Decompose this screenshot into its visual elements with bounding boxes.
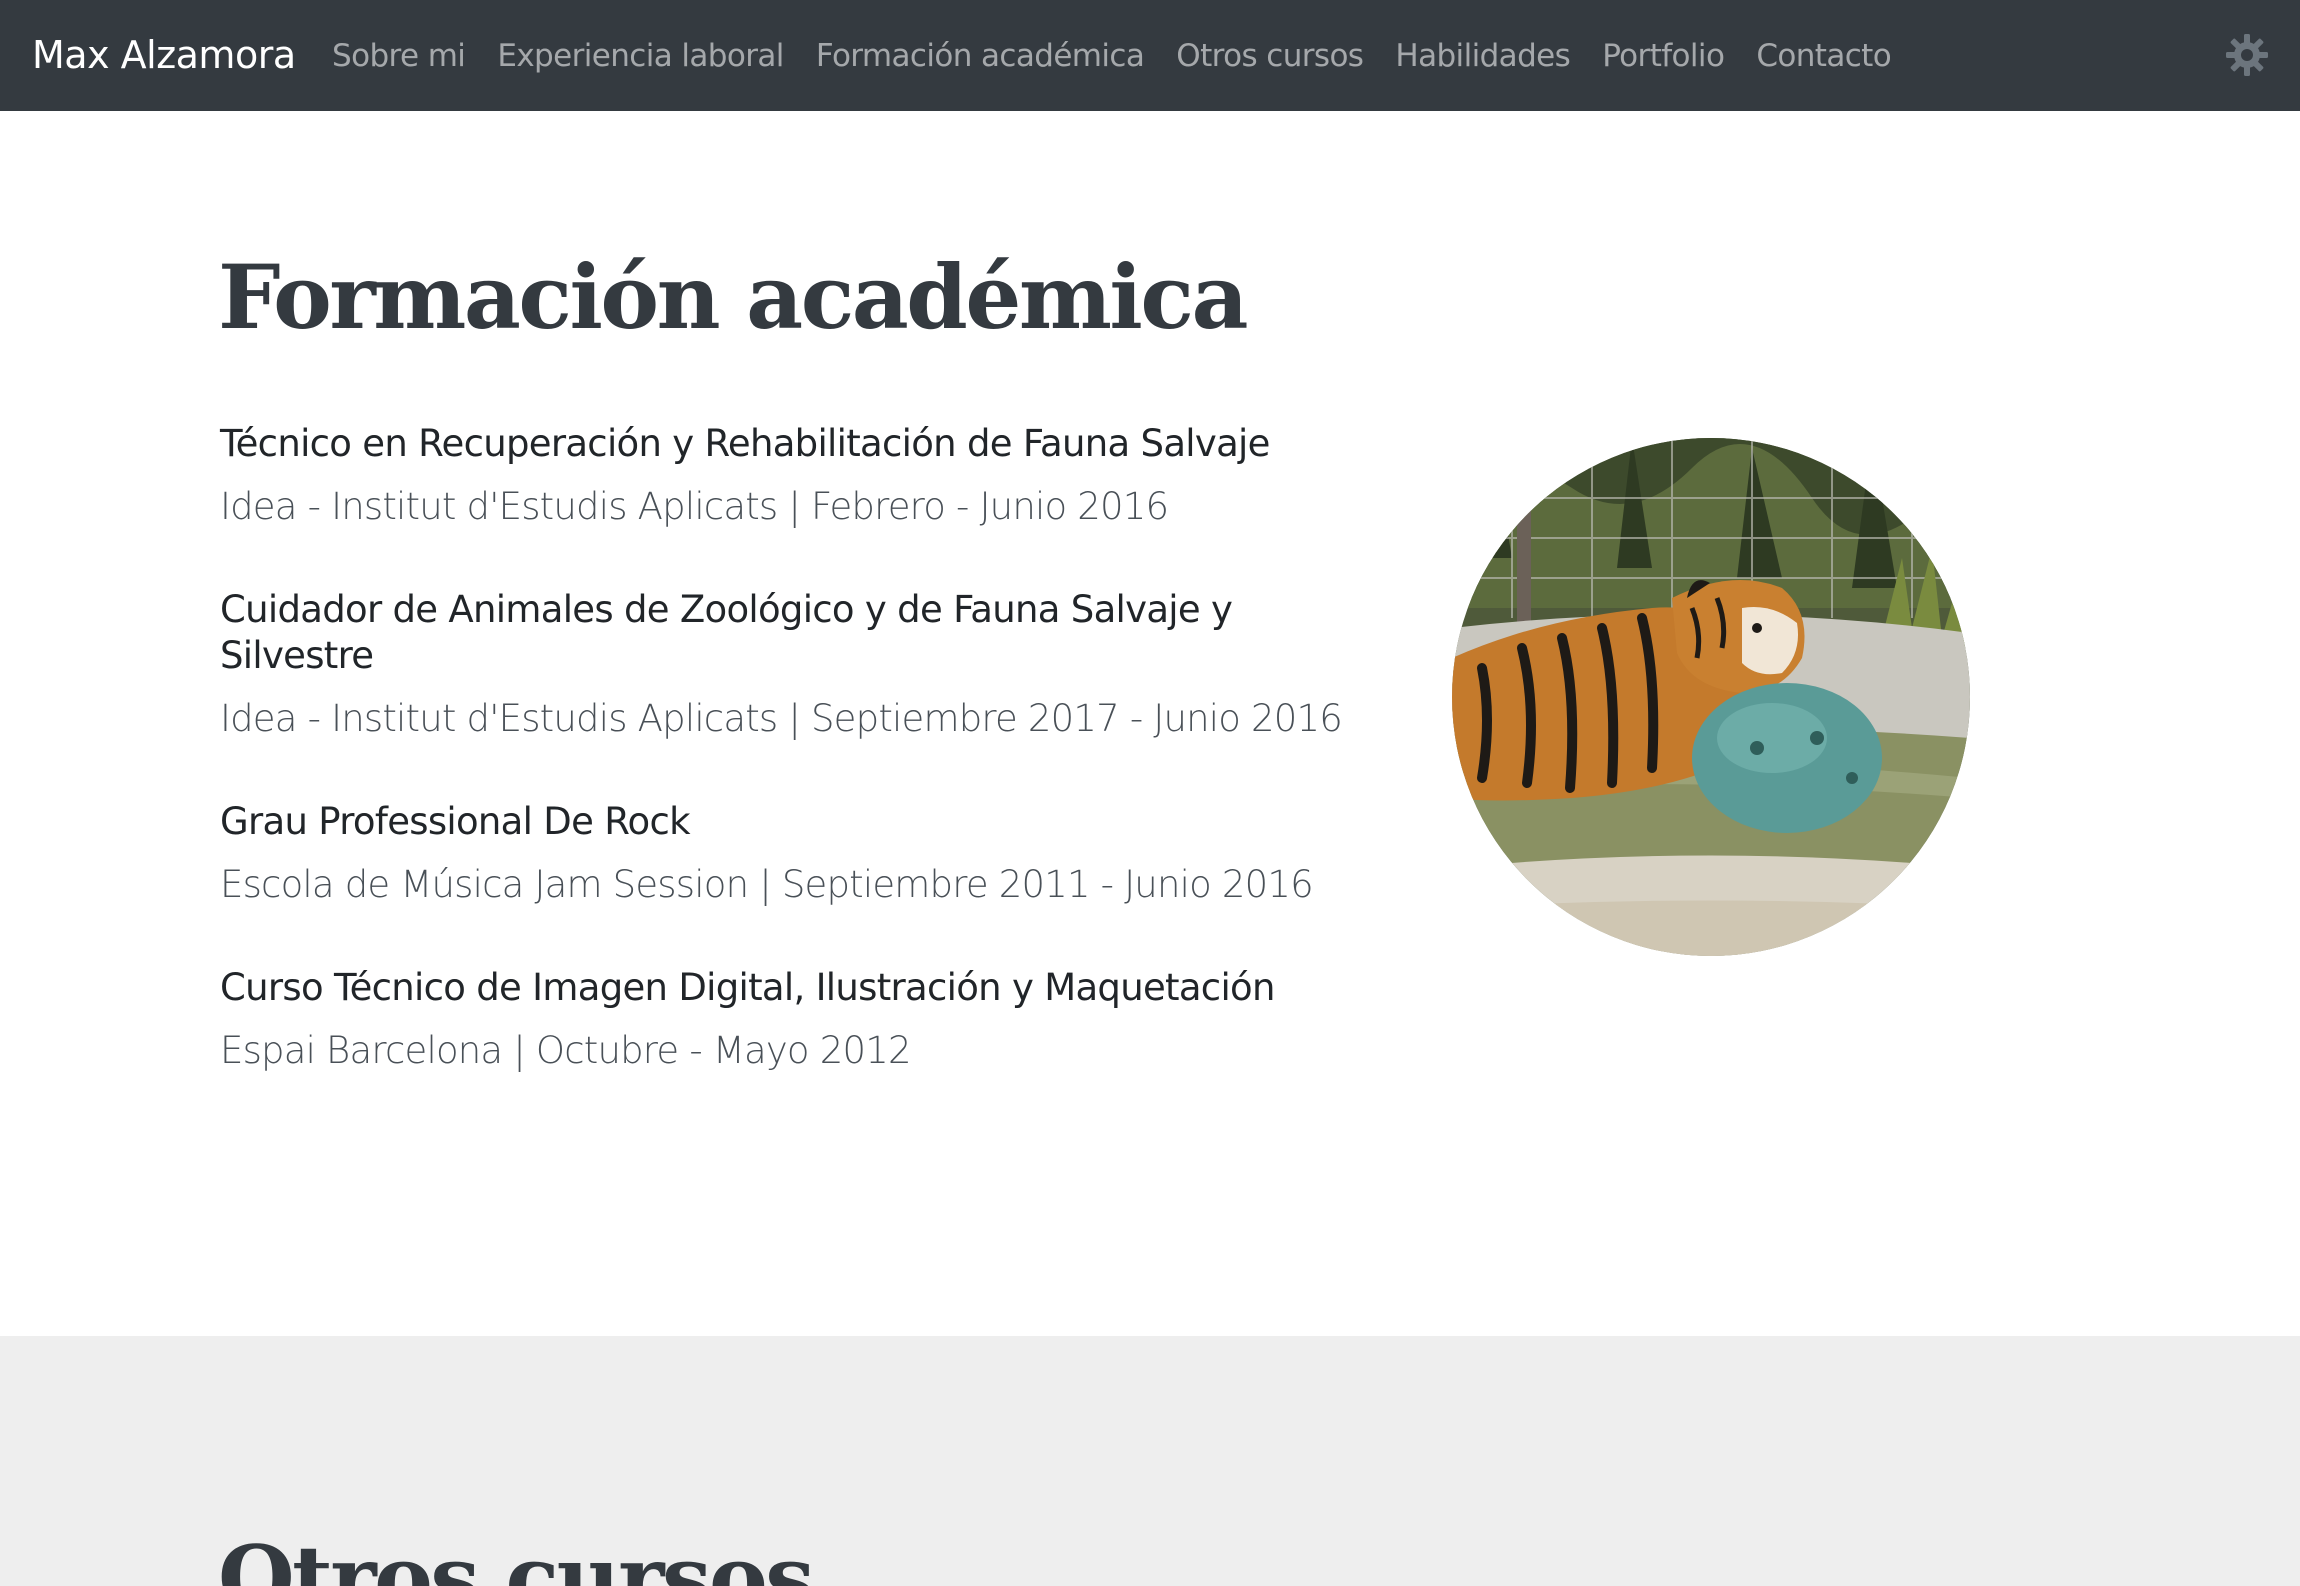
education-item-meta: Idea - Institut d'Estudis Aplicats | Feb… bbox=[220, 485, 1169, 528]
education-item: Cuidador de Animales de Zoológico y de F… bbox=[220, 587, 1343, 743]
section-title: Otros cursos bbox=[218, 1526, 815, 1586]
theme-toggle-button[interactable] bbox=[2224, 32, 2270, 78]
education-item: Curso Técnico de Imagen Digital, Ilustra… bbox=[220, 965, 1300, 1075]
education-item-title: Curso Técnico de Imagen Digital, Ilustra… bbox=[220, 966, 1275, 1009]
nav-link-otros-cursos[interactable]: Otros cursos bbox=[1176, 38, 1364, 74]
courses-section: Otros cursos bbox=[0, 1336, 2300, 1586]
nav-link-portfolio[interactable]: Portfolio bbox=[1602, 38, 1725, 74]
nav-link-sobre-mi[interactable]: Sobre mi bbox=[332, 38, 466, 74]
education-item: Grau Professional De Rock Escola de Músi… bbox=[220, 799, 1314, 909]
section-title: Formación académica bbox=[218, 245, 1248, 349]
education-item-title: Grau Professional De Rock bbox=[220, 800, 691, 843]
education-list: Técnico en Recuperación y Rehabilitación… bbox=[220, 421, 1343, 1131]
education-item-title: Cuidador de Animales de Zoológico y de F… bbox=[220, 588, 1233, 677]
nav-link-formacion-academica[interactable]: Formación académica bbox=[816, 38, 1145, 74]
nav-menu: Sobre mi Experiencia laboral Formación a… bbox=[332, 0, 1923, 111]
tiger-photo bbox=[1452, 438, 1970, 956]
gear-icon bbox=[2226, 34, 2268, 76]
education-item-meta: Idea - Institut d'Estudis Aplicats | Sep… bbox=[220, 697, 1343, 740]
education-item: Técnico en Recuperación y Rehabilitación… bbox=[220, 421, 1300, 531]
education-item-meta: Espai Barcelona | Octubre - Mayo 2012 bbox=[220, 1029, 912, 1072]
navbar: Max Alzamora Sobre mi Experiencia labora… bbox=[0, 0, 2300, 111]
education-section: Formación académica Técnico en Recuperac… bbox=[0, 111, 2300, 1336]
brand-link[interactable]: Max Alzamora bbox=[32, 0, 296, 111]
nav-link-contacto[interactable]: Contacto bbox=[1756, 38, 1891, 74]
education-item-meta: Escola de Música Jam Session | Septiembr… bbox=[220, 863, 1314, 906]
education-item-title: Técnico en Recuperación y Rehabilitación… bbox=[220, 422, 1270, 465]
nav-link-habilidades[interactable]: Habilidades bbox=[1395, 38, 1570, 74]
nav-link-experiencia-laboral[interactable]: Experiencia laboral bbox=[497, 38, 784, 74]
